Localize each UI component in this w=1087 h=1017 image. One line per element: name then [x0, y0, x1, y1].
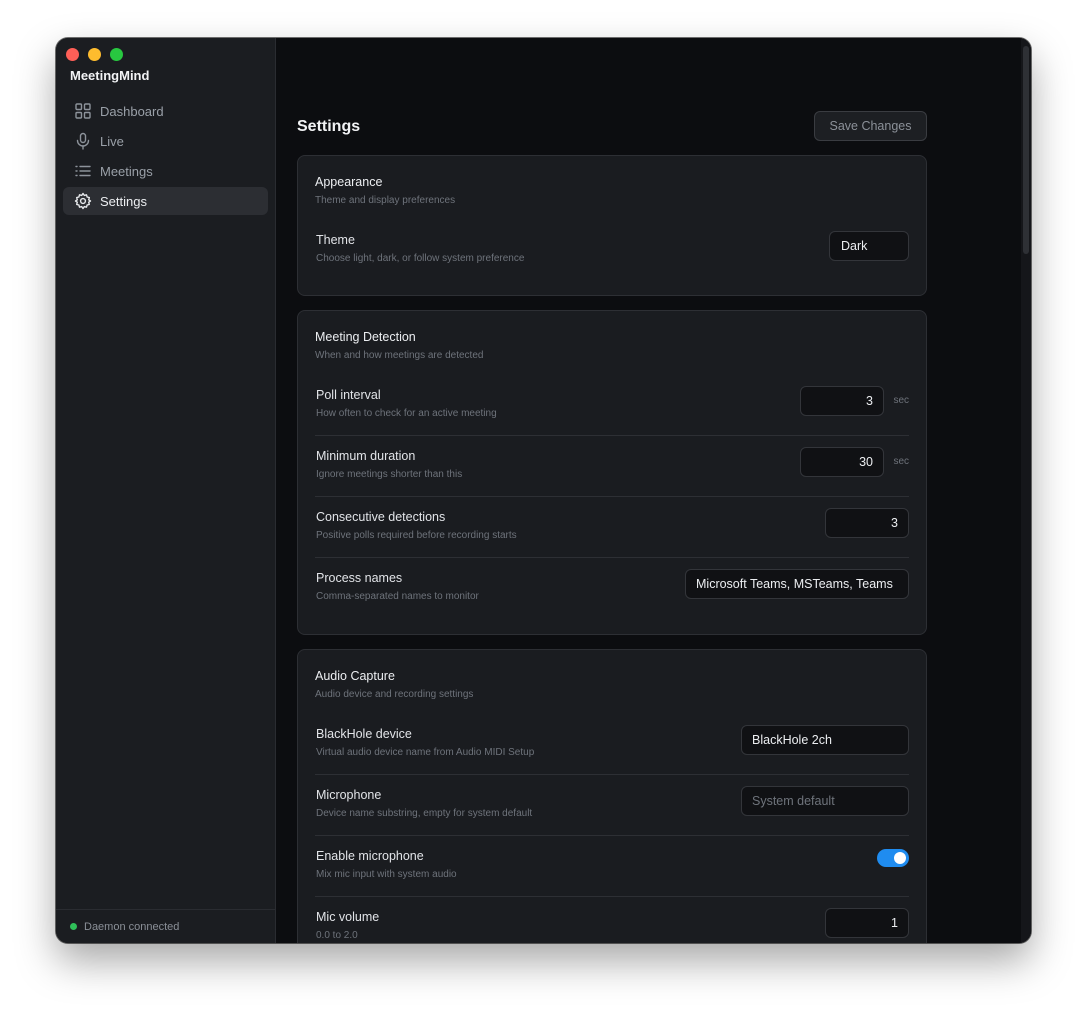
consecutive-detections-input[interactable]	[825, 508, 909, 538]
microphone-row: Microphone Device name substring, empty …	[315, 775, 909, 836]
row-description: 0.0 to 2.0	[316, 930, 358, 941]
row-label: BlackHole device	[316, 727, 412, 741]
scrollbar[interactable]	[1021, 38, 1031, 943]
main-content: Settings Save Changes Appearance Theme a…	[276, 38, 1031, 943]
appearance-card: Appearance Theme and display preferences…	[297, 155, 927, 296]
minimum-duration-input[interactable]	[800, 447, 884, 477]
microphone-input[interactable]	[741, 786, 909, 816]
row-label: Theme	[316, 233, 355, 247]
close-window-button[interactable]	[66, 48, 79, 61]
card-subtitle: Audio device and recording settings	[315, 689, 474, 700]
daemon-status: Daemon connected	[56, 909, 276, 943]
sidebar-item-label: Dashboard	[100, 103, 164, 119]
row-label: Microphone	[316, 788, 382, 802]
sidebar-item-dashboard[interactable]: Dashboard	[63, 97, 268, 125]
mic-volume-input[interactable]	[825, 908, 909, 938]
save-button[interactable]: Save Changes	[814, 111, 927, 141]
theme-row: Theme Choose light, dark, or follow syst…	[315, 220, 909, 281]
enable-microphone-toggle[interactable]	[877, 849, 909, 867]
minimize-window-button[interactable]	[88, 48, 101, 61]
row-label: Consecutive detections	[316, 510, 446, 524]
list-icon	[75, 165, 91, 177]
card-title: Appearance	[315, 175, 383, 189]
enable-microphone-row: Enable microphone Mix mic input with sys…	[315, 836, 909, 897]
app-window: MeetingMind Dashboard Live Meetings Sett…	[56, 38, 1031, 943]
grid-icon	[75, 103, 91, 119]
poll-interval-row: Poll interval How often to check for an …	[315, 375, 909, 436]
status-text: Daemon connected	[84, 920, 180, 933]
sidebar-nav: Dashboard Live Meetings Settings	[63, 97, 268, 217]
scrollbar-thumb[interactable]	[1023, 46, 1029, 254]
microphone-icon	[76, 132, 90, 150]
card-subtitle: When and how meetings are detected	[315, 350, 484, 361]
blackhole-device-row: BlackHole device Virtual audio device na…	[315, 714, 909, 775]
sidebar-item-label: Meetings	[100, 163, 153, 179]
blackhole-device-input[interactable]	[741, 725, 909, 755]
poll-interval-input[interactable]	[800, 386, 884, 416]
toggle-knob	[894, 852, 906, 864]
row-label: Minimum duration	[316, 449, 416, 463]
sidebar: MeetingMind Dashboard Live Meetings Sett…	[56, 38, 276, 943]
sidebar-item-live[interactable]: Live	[63, 127, 268, 155]
row-description: Positive polls required before recording…	[316, 530, 517, 541]
sidebar-item-meetings[interactable]: Meetings	[63, 157, 268, 185]
status-indicator	[70, 923, 77, 930]
unit-label: sec	[893, 456, 909, 467]
sidebar-item-label: Live	[100, 133, 124, 149]
meeting-detection-card: Meeting Detection When and how meetings …	[297, 310, 927, 635]
card-title: Audio Capture	[315, 669, 395, 683]
row-description: Ignore meetings shorter than this	[316, 469, 463, 480]
gear-icon	[74, 192, 92, 210]
audio-capture-card: Audio Capture Audio device and recording…	[297, 649, 927, 943]
row-label: Process names	[316, 571, 403, 585]
row-description: Choose light, dark, or follow system pre…	[316, 253, 525, 264]
card-title: Meeting Detection	[315, 330, 416, 344]
row-description: Mix mic input with system audio	[316, 869, 457, 880]
row-label: Poll interval	[316, 388, 381, 402]
sidebar-item-label: Settings	[100, 193, 147, 209]
row-description: Comma-separated names to monitor	[316, 591, 479, 602]
consecutive-detections-row: Consecutive detections Positive polls re…	[315, 497, 909, 558]
row-description: Virtual audio device name from Audio MID…	[316, 747, 535, 758]
app-title: MeetingMind	[70, 68, 150, 83]
maximize-window-button[interactable]	[110, 48, 123, 61]
row-description: How often to check for an active meeting	[316, 408, 497, 419]
minimum-duration-row: Minimum duration Ignore meetings shorter…	[315, 436, 909, 497]
row-label: Mic volume	[316, 910, 380, 924]
theme-select[interactable]: Dark	[829, 231, 909, 261]
mic-volume-row: Mic volume 0.0 to 2.0	[315, 897, 909, 943]
process-names-row: Process names Comma-separated names to m…	[315, 558, 909, 619]
page-title: Settings	[297, 118, 361, 135]
card-subtitle: Theme and display preferences	[315, 195, 456, 206]
sidebar-item-settings[interactable]: Settings	[63, 187, 268, 215]
unit-label: sec	[893, 395, 909, 406]
row-label: Enable microphone	[316, 849, 424, 863]
window-controls	[66, 48, 123, 61]
process-names-input[interactable]	[685, 569, 909, 599]
row-description: Device name substring, empty for system …	[316, 808, 533, 819]
